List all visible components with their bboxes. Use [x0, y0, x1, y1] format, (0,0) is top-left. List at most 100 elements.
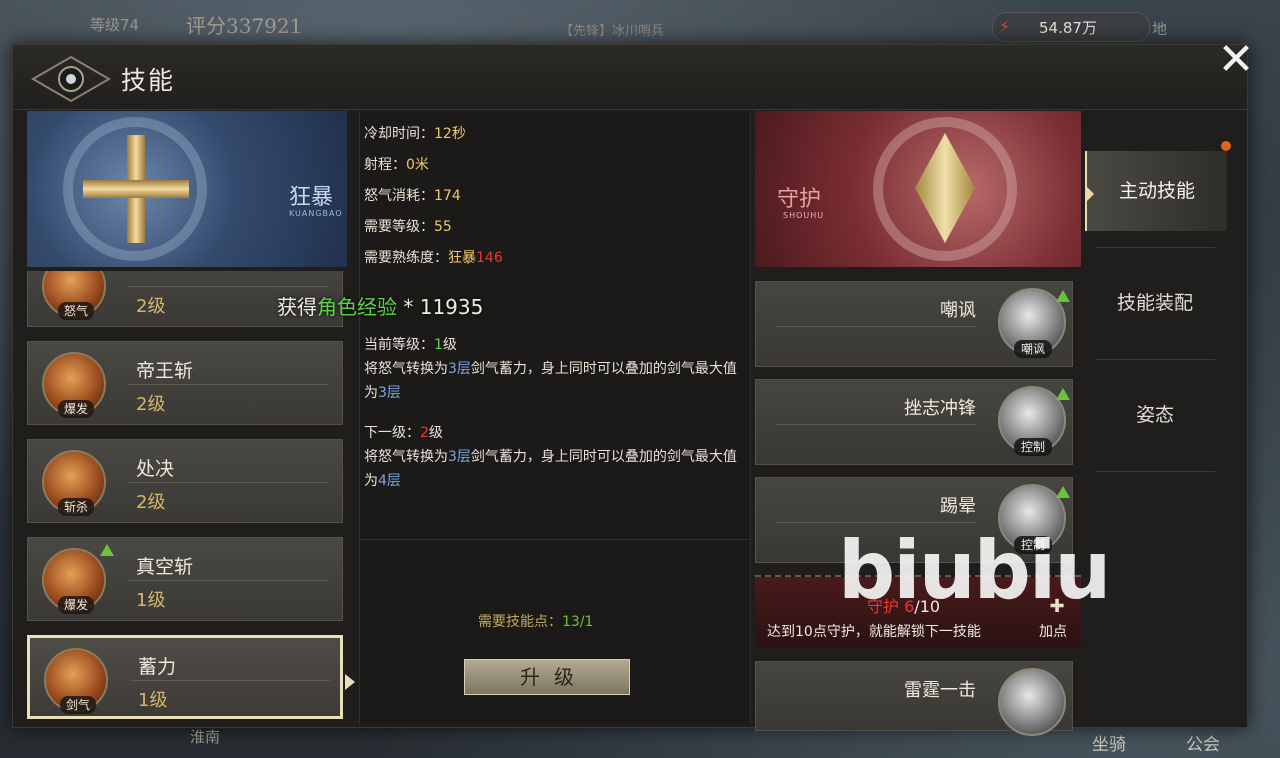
divider — [128, 482, 328, 483]
upgrade-available-icon — [1056, 290, 1070, 302]
tab-divider — [1095, 471, 1215, 472]
cross-emblem-bar — [83, 180, 189, 198]
tab-label: 姿态 — [1135, 404, 1174, 426]
required-proficiency-row: 需要熟练度：狂暴146 — [364, 247, 503, 267]
cooldown-value: 12秒 — [434, 126, 466, 142]
tab-label: 技能装配 — [1116, 292, 1193, 314]
required-level-value: 55 — [434, 219, 452, 235]
add-points-button[interactable]: 加点 — [1039, 621, 1067, 641]
skill-card[interactable]: 爆发 真空斩 1级 — [27, 537, 343, 621]
skill-name: 嘲讽 — [940, 300, 976, 321]
skill-tag: 爆发 — [58, 400, 94, 418]
detail-divider — [360, 539, 750, 540]
tab-label: 主动技能 — [1118, 180, 1195, 202]
skill-level: 1级 — [138, 690, 168, 711]
currency-icon: ⚡ — [999, 17, 1011, 36]
skill-list[interactable]: 怒气 2级 爆发 帝王斩 2级 斩杀 处决 2级 爆发 真空斩 1级 剑气 蓄力… — [27, 271, 347, 721]
upgrade-button[interactable]: 升级 — [464, 659, 630, 695]
desc-text: 将怒气转换为 — [364, 361, 448, 377]
rage-cost-row: 怒气消耗：174 — [364, 185, 461, 205]
range-row: 射程：0米 — [364, 154, 429, 174]
skill-tag: 怒气 — [58, 302, 94, 320]
team-name: 【先锋】冰川哨兵 — [560, 24, 665, 39]
divider — [130, 680, 330, 681]
skill-name: 蓄力 — [138, 656, 177, 678]
right-skill-card[interactable]: 挫志冲锋 控制 — [755, 379, 1073, 465]
next-level-unit: 级 — [428, 425, 443, 441]
current-level-label: 当前等级： — [364, 337, 434, 353]
skills-emblem-icon — [31, 55, 111, 103]
divider — [128, 286, 328, 287]
skill-name: 挫志冲锋 — [904, 398, 976, 419]
tab-divider — [1095, 247, 1215, 248]
watermark: biubiu — [838, 524, 1111, 617]
next-level-label: 下一级： — [364, 425, 420, 441]
next-level-desc: 将怒气转换为3层剑气蓄力，身上同时可以叠加的剑气最大值为4层 — [364, 445, 744, 493]
current-level-unit: 级 — [442, 337, 457, 353]
close-button[interactable]: ✕ — [1213, 37, 1259, 83]
desc-highlight: 3层 — [448, 449, 471, 465]
skill-level: 2级 — [136, 492, 166, 513]
divider — [128, 580, 328, 581]
tab-stance[interactable]: 姿态 — [1085, 375, 1225, 455]
current-level-block: 当前等级：1级 将怒气转换为3层剑气蓄力，身上同时可以叠加的剑气最大值为3层 — [364, 333, 744, 405]
upgrade-available-icon — [1056, 388, 1070, 400]
right-skill-card[interactable]: 嘲讽 嘲讽 — [755, 281, 1073, 367]
desc-highlight: 3层 — [378, 385, 401, 401]
branch-name: 守护 — [777, 187, 822, 212]
cooldown-label: 冷却时间： — [364, 126, 434, 142]
currency-value: 54.87万 — [1039, 19, 1097, 37]
notification-dot-icon — [1221, 141, 1231, 151]
skill-branch-banner-shouhu[interactable]: 守护 SHOUHU — [755, 111, 1081, 267]
divider — [776, 522, 976, 523]
right-skill-card[interactable]: 雷霆一击 — [755, 661, 1073, 736]
current-level-line: 当前等级：1级 — [364, 333, 744, 357]
skill-name: 踢晕 — [940, 496, 976, 517]
skill-branch-banner-kuangbao[interactable]: 狂暴 KUANGBAO — [27, 111, 347, 267]
xp-amount: * 11935 — [397, 295, 484, 319]
xp-prefix: 获得 — [277, 295, 317, 319]
tab-skill-loadout[interactable]: 技能装配 — [1085, 263, 1225, 343]
upgrade-available-icon — [100, 544, 114, 556]
required-proficiency-branch: 狂暴 — [448, 250, 476, 266]
required-proficiency-label: 需要熟练度： — [364, 250, 448, 266]
tab-active-skills[interactable]: 主动技能 — [1085, 151, 1227, 231]
skill-tag: 斩杀 — [58, 498, 94, 516]
skill-points-label: 需要技能点： — [478, 614, 562, 630]
required-level-label: 需要等级： — [364, 219, 434, 235]
divider — [128, 384, 328, 385]
active-tab-arrow-icon — [1087, 187, 1094, 201]
selection-pointer-icon — [345, 674, 355, 690]
guild-button[interactable]: 公会 — [1186, 730, 1220, 755]
skill-tag: 控制 — [1014, 438, 1052, 456]
branch-name: 狂暴 — [289, 185, 334, 210]
skill-level: 2级 — [136, 394, 166, 415]
skill-card[interactable]: 斩杀 处决 2级 — [27, 439, 343, 523]
top-hud: 等级74 评分337921 【先锋】冰川哨兵 ⚡ 54.87万 地 — [0, 0, 1280, 44]
skill-name: 处决 — [136, 458, 175, 480]
desc-text: 将怒气转换为 — [364, 449, 448, 465]
mount-button[interactable]: 坐骑 — [1092, 730, 1126, 755]
skill-name: 真空斩 — [136, 556, 194, 578]
required-skill-points: 需要技能点：13/1 — [478, 611, 593, 631]
player-power-score: 评分337921 — [186, 14, 303, 38]
current-level-desc: 将怒气转换为3层剑气蓄力，身上同时可以叠加的剑气最大值为3层 — [364, 357, 744, 405]
upgrade-available-icon — [1056, 486, 1070, 498]
range-label: 射程： — [364, 157, 406, 173]
required-proficiency-value: 146 — [476, 250, 503, 266]
bottom-location: 淮南 — [190, 728, 221, 746]
skill-level: 2级 — [136, 296, 166, 317]
xp-highlight: 角色经验 — [317, 295, 397, 319]
currency-display[interactable]: ⚡ 54.87万 — [992, 12, 1150, 42]
rage-cost-label: 怒气消耗： — [364, 188, 434, 204]
skills-panel: 技能 ✕ 狂暴 KUANGBAO 怒气 2级 爆发 帝王斩 2级 斩杀 处决 2… — [12, 37, 1254, 736]
skill-card-selected[interactable]: 剑气 蓄力 1级 — [27, 635, 343, 719]
xp-gain-toast: 获得角色经验 * 11935 — [277, 291, 483, 320]
divider — [776, 424, 976, 425]
map-button[interactable]: 地 — [1152, 18, 1167, 39]
skill-level: 1级 — [136, 590, 166, 611]
rage-cost-value: 174 — [434, 188, 461, 204]
cooldown-row: 冷却时间：12秒 — [364, 123, 466, 143]
desc-highlight: 3层 — [448, 361, 471, 377]
skill-card[interactable]: 爆发 帝王斩 2级 — [27, 341, 343, 425]
